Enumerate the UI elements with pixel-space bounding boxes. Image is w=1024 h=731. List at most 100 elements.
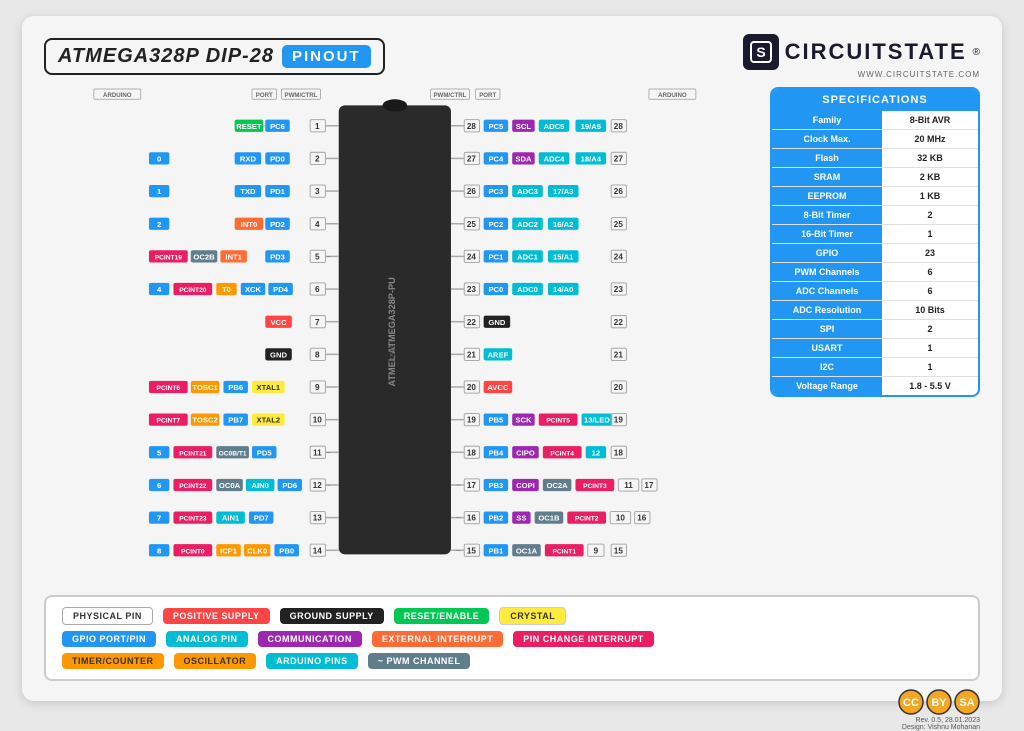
svg-text:PC1: PC1 [488, 252, 504, 261]
svg-text:PCINT19: PCINT19 [155, 254, 183, 261]
legend-crystal-label: CRYSTAL [499, 607, 566, 625]
pinout-svg: ARDUINO PORT PWM/CTRL PWM/CTRL PORT ARDU… [44, 87, 760, 587]
svg-text:INT1: INT1 [225, 252, 242, 261]
svg-text:XTAL1: XTAL1 [257, 383, 281, 392]
svg-text:PCINT6: PCINT6 [157, 385, 181, 392]
svg-text:PWM/CTRL: PWM/CTRL [285, 92, 318, 99]
svg-text:ADC1: ADC1 [517, 252, 539, 261]
svg-text:GND: GND [270, 350, 287, 359]
revision-area: CC BY SA Rev. 0.5, 28.01.2023 Design: Vi… [898, 689, 980, 731]
specs-row: Family 8-Bit AVR [772, 111, 978, 130]
specs-row: SPI 2 [772, 320, 978, 339]
svg-text:22: 22 [467, 318, 477, 327]
main-card: ATMEGA328P DIP-28 PINOUT S CIRCUITSTATE … [22, 16, 1002, 701]
svg-text:PB5: PB5 [488, 416, 504, 425]
svg-text:COPI: COPI [516, 481, 535, 490]
pinout-area: ARDUINO PORT PWM/CTRL PWM/CTRL PORT ARDU… [44, 87, 760, 587]
by-icon: BY [926, 689, 952, 715]
specs-label: USART [772, 339, 882, 357]
svg-text:16: 16 [637, 514, 647, 523]
svg-text:PB4: PB4 [488, 448, 504, 457]
svg-text:RESET: RESET [236, 122, 262, 131]
svg-text:21: 21 [614, 350, 624, 359]
specs-value: 1 [882, 358, 978, 376]
svg-text:25: 25 [467, 220, 477, 229]
legend-analog: ANALOG PIN [166, 631, 248, 647]
svg-text:ADC4: ADC4 [544, 154, 566, 163]
svg-text:PC4: PC4 [488, 154, 504, 163]
specs-row: PWM Channels 6 [772, 263, 978, 282]
svg-text:SS: SS [516, 514, 526, 523]
svg-text:PB7: PB7 [228, 416, 243, 425]
svg-text:PC6: PC6 [270, 122, 285, 131]
designer-text: Design: Vishnu Mohanan [898, 724, 980, 731]
svg-text:TOSC1: TOSC1 [192, 383, 218, 392]
svg-text:~: ~ [326, 448, 331, 457]
svg-text:12: 12 [313, 481, 323, 490]
svg-text:AIN0: AIN0 [251, 481, 268, 490]
svg-text:XCK: XCK [245, 285, 262, 294]
svg-text:PC5: PC5 [488, 122, 504, 131]
legend-pinchange: PIN CHANGE INTERRUPT [513, 631, 654, 647]
svg-text:11: 11 [313, 448, 322, 457]
svg-text:8: 8 [315, 350, 320, 359]
specs-value: 2 [882, 206, 978, 224]
legend-reset-enable: RESET/ENABLE [394, 608, 490, 624]
svg-text:6: 6 [315, 285, 320, 294]
svg-text:10: 10 [313, 416, 323, 425]
svg-text:BY: BY [931, 697, 947, 709]
title-box: ATMEGA328P DIP-28 PINOUT [44, 38, 385, 75]
svg-text:PB3: PB3 [488, 481, 503, 490]
svg-text:ADC3: ADC3 [517, 187, 538, 196]
svg-text:RXD: RXD [240, 154, 257, 163]
legend-row-3: TIMER/COUNTER OSCILLATOR ARDUINO PINS ~ … [62, 653, 962, 669]
specs-value: 32 KB [882, 149, 978, 167]
specs-label: ADC Resolution [772, 301, 882, 319]
svg-text:PD0: PD0 [270, 154, 285, 163]
svg-text:~: ~ [456, 514, 461, 523]
specs-label: Clock Max. [772, 130, 882, 148]
specs-value: 6 [882, 263, 978, 281]
svg-text:6: 6 [157, 481, 161, 490]
specs-label: Family [772, 111, 882, 129]
svg-text:PWM/CTRL: PWM/CTRL [433, 92, 466, 99]
svg-text:8: 8 [157, 546, 162, 555]
svg-text:PC2: PC2 [488, 220, 503, 229]
specs-value: 10 Bits [882, 301, 978, 319]
pinout-label: PINOUT [282, 45, 371, 68]
specs-row: Voltage Range 1.8 - 5.5 V [772, 377, 978, 395]
svg-text:24: 24 [614, 252, 624, 261]
specs-row: I2C 1 [772, 358, 978, 377]
svg-text:XTAL2: XTAL2 [257, 416, 281, 425]
legend-extint: EXTERNAL INTERRUPT [372, 631, 503, 647]
svg-text:16/A2: 16/A2 [553, 220, 573, 229]
svg-text:AIN1: AIN1 [222, 514, 240, 523]
svg-text:12: 12 [592, 448, 601, 457]
svg-text:15: 15 [614, 546, 624, 555]
legend-positive-supply: POSITIVE SUPPLY [163, 608, 270, 624]
specs-rows-container: Family 8-Bit AVR Clock Max. 20 MHz Flash… [772, 111, 978, 395]
svg-text:27: 27 [467, 154, 477, 163]
specs-row: SRAM 2 KB [772, 168, 978, 187]
header: ATMEGA328P DIP-28 PINOUT S CIRCUITSTATE … [44, 34, 980, 79]
specs-label: Flash [772, 149, 882, 167]
svg-text:OC1B: OC1B [538, 514, 560, 523]
svg-text:5: 5 [157, 448, 162, 457]
legend-osc: OSCILLATOR [174, 653, 257, 669]
svg-text:5: 5 [315, 252, 320, 261]
svg-text:24: 24 [467, 252, 477, 261]
specs-label: GPIO [772, 244, 882, 262]
logo-text: S CIRCUITSTATE ® [743, 34, 980, 70]
cc-icon: CC [898, 689, 924, 715]
svg-text:15: 15 [467, 546, 477, 555]
svg-text:PD1: PD1 [270, 187, 286, 196]
svg-text:PCINT1: PCINT1 [552, 548, 576, 555]
legend-arduino-label: ARDUINO PINS [266, 653, 358, 669]
svg-text:26: 26 [467, 187, 477, 196]
svg-text:17: 17 [644, 481, 654, 490]
svg-text:ARDUINO: ARDUINO [658, 92, 687, 99]
specs-header: SPECIFICATIONS [772, 89, 978, 111]
content-area: ARDUINO PORT PWM/CTRL PWM/CTRL PORT ARDU… [44, 87, 980, 587]
logo-icon: S [743, 34, 779, 70]
svg-text:21: 21 [467, 350, 477, 359]
